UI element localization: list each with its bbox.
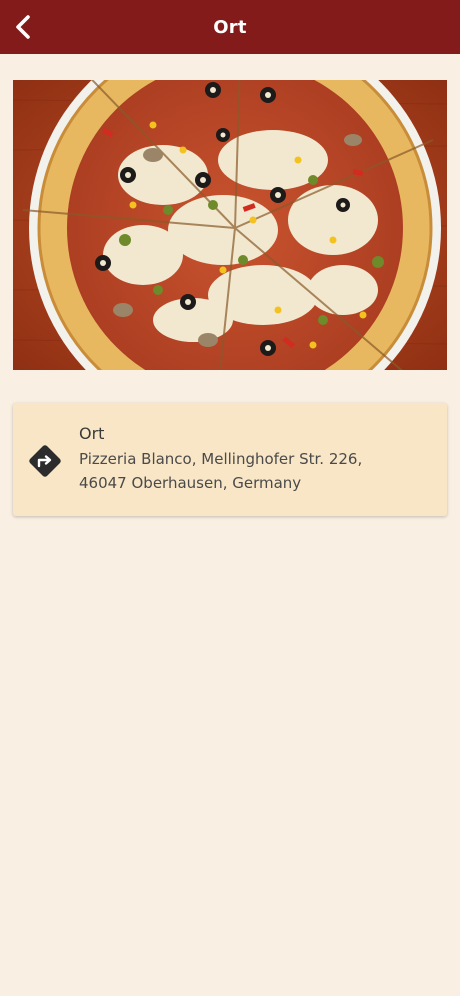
location-label: Ort — [79, 424, 105, 443]
directions-icon — [29, 445, 61, 477]
chevron-left-icon — [16, 15, 30, 39]
location-address-line1: Pizzeria Blanco, Mellinghofer Str. 226, — [79, 450, 363, 468]
page-title: Ort — [213, 16, 247, 38]
location-card[interactable]: Ort Pizzeria Blanco, Mellinghofer Str. 2… — [13, 403, 447, 516]
location-address-line2: 46047 Oberhausen, Germany — [79, 474, 302, 492]
app-bar: Ort — [0, 0, 460, 54]
back-button[interactable] — [6, 9, 42, 45]
location-text: Ort Pizzeria Blanco, Mellinghofer Str. 2… — [79, 423, 437, 495]
pizza-image — [13, 80, 447, 370]
